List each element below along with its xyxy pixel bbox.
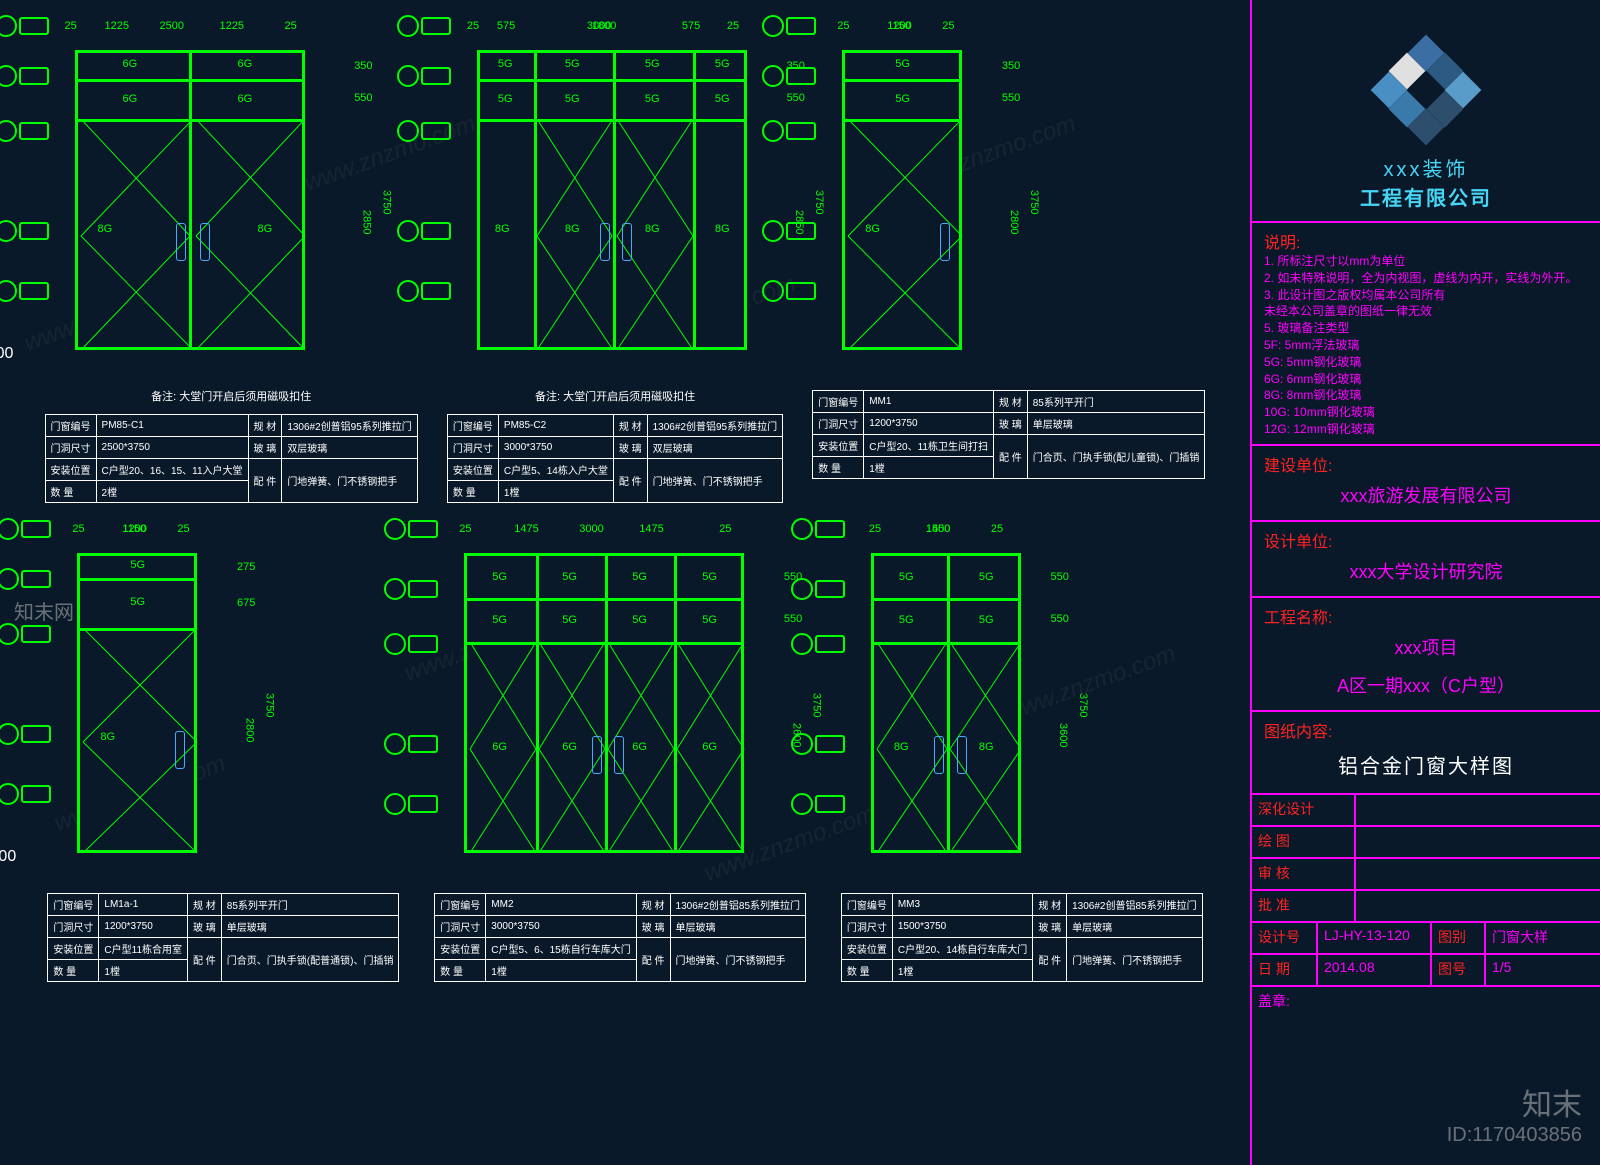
section-callout bbox=[762, 120, 816, 142]
section-callout bbox=[397, 15, 451, 37]
section-callout bbox=[0, 220, 49, 242]
spec-table-PM85-C1: 门窗编号PM85-C1规 材1306#2创普铝95系列推拉门 门洞尺寸2500*… bbox=[45, 414, 418, 503]
datum-marker: ±0.000 bbox=[0, 848, 16, 866]
project-label: 工程名称: bbox=[1264, 604, 1588, 628]
door-handle bbox=[592, 736, 602, 774]
client-value: xxx旅游发展有限公司 bbox=[1264, 476, 1588, 514]
draw-row: 绘 图 bbox=[1252, 825, 1600, 857]
door-swing bbox=[874, 642, 1024, 856]
check-row: 审 核 bbox=[1252, 857, 1600, 889]
design-no-row: 设计号 LJ-HY-13-120 图别 门窗大样 bbox=[1252, 921, 1600, 953]
date-row: 日 期 2014.08 图号 1/5 bbox=[1252, 953, 1600, 985]
door-MM2: 3000 1475 1475 25 25 bbox=[434, 523, 806, 982]
client-label: 建设单位: bbox=[1264, 452, 1588, 476]
drawing-canvas: 知末网 www.znzmo.com www.znzmo.com www.znzm… bbox=[0, 0, 1250, 1165]
section-callout bbox=[384, 793, 438, 815]
section-callout bbox=[397, 120, 451, 142]
door-handle bbox=[957, 736, 967, 774]
section-callout bbox=[397, 280, 451, 302]
section-callout bbox=[0, 65, 49, 87]
section-callout bbox=[791, 733, 845, 755]
door-note: 备注: 大堂门开启后须用磁吸扣住 bbox=[447, 388, 783, 404]
door-handle bbox=[200, 223, 210, 261]
section-callout bbox=[762, 65, 816, 87]
section-callout bbox=[0, 568, 51, 590]
project-section: 工程名称: xxx项目 A区一期xxx（C户型） bbox=[1252, 596, 1600, 710]
door-handle bbox=[176, 223, 186, 261]
door-note: 备注: 大堂门开启后须用磁吸扣住 bbox=[45, 388, 418, 404]
company-name-1: xxx装饰 bbox=[1252, 153, 1600, 182]
content-value: 铝合金门窗大样图 bbox=[1264, 742, 1588, 787]
approve-row: 批 准 bbox=[1252, 889, 1600, 921]
door-handle bbox=[175, 731, 185, 769]
spec-table-MM3: 门窗编号MM3规 材1306#2创普铝85系列推拉门 门洞尺寸1500*3750… bbox=[841, 893, 1203, 982]
section-callout bbox=[397, 65, 451, 87]
section-callout bbox=[791, 793, 845, 815]
door-LM1a-1: 1200 1150 25 25 5G 5G 8G bbox=[47, 523, 399, 982]
dim-seg-l: 1225 bbox=[105, 20, 129, 32]
company-logo-block: xxx装饰 工程有限公司 bbox=[1252, 0, 1600, 221]
section-callout bbox=[0, 15, 49, 37]
company-name-2: 工程有限公司 bbox=[1252, 182, 1600, 211]
door-PM85-C1: 2500 1225 1225 25 25 bbox=[45, 20, 418, 503]
door-swing bbox=[467, 642, 747, 856]
door-swing bbox=[78, 119, 308, 353]
door-handle bbox=[614, 736, 624, 774]
door-swing bbox=[534, 119, 696, 353]
section-callout bbox=[762, 220, 816, 242]
section-callout bbox=[0, 280, 49, 302]
content-label: 图纸内容: bbox=[1264, 718, 1588, 742]
section-callout bbox=[0, 623, 51, 645]
section-callout bbox=[762, 15, 816, 37]
spec-table-LM1a-1: 门窗编号LM1a-1规 材85系列平开门 门洞尺寸1200*3750玻 璃单层玻… bbox=[47, 893, 399, 982]
content-section: 图纸内容: 铝合金门窗大样图 bbox=[1252, 710, 1600, 793]
section-callout bbox=[384, 733, 438, 755]
door-handle bbox=[622, 223, 632, 261]
corner-watermark: 知末 ID:1170403856 bbox=[1447, 1080, 1582, 1147]
section-callout bbox=[762, 280, 816, 302]
designer-value: xxx大学设计研究院 bbox=[1264, 552, 1588, 590]
stamp-row: 盖章: bbox=[1252, 985, 1600, 1037]
spec-table-MM2: 门窗编号MM2规 材1306#2创普铝85系列推拉门 门洞尺寸3000*3750… bbox=[434, 893, 806, 982]
datum-marker: ±0.000 bbox=[0, 345, 13, 363]
section-callout bbox=[384, 578, 438, 600]
notes-text: 1. 所标注尺寸以mm为单位 2. 如未特殊说明，全为内视图，虚线为内开，实线为… bbox=[1264, 253, 1588, 438]
notes-label: 说明: bbox=[1264, 229, 1588, 253]
dim-edge: 25 bbox=[285, 20, 297, 32]
logo-icon bbox=[1376, 40, 1476, 140]
door-handle bbox=[940, 223, 950, 261]
spec-table-MM1: 门窗编号MM1规 材85系列平开门 门洞尺寸1200*3750玻 璃单层玻璃 安… bbox=[812, 390, 1205, 479]
deepen-design-row: 深化设计 bbox=[1252, 793, 1600, 825]
designer-label: 设计单位: bbox=[1264, 528, 1588, 552]
door-MM1: 1200 1150 25 25 5G 5G 8G bbox=[812, 20, 1205, 503]
titleblock: xxx装饰 工程有限公司 说明: 1. 所标注尺寸以mm为单位 2. 如未特殊说… bbox=[1250, 0, 1600, 1165]
dim-seg-r: 1225 bbox=[220, 20, 244, 32]
section-callout bbox=[0, 723, 51, 745]
dim-total-w: 2500 bbox=[160, 20, 184, 32]
section-callout bbox=[0, 120, 49, 142]
section-callout bbox=[791, 578, 845, 600]
designer-section: 设计单位: xxx大学设计研究院 bbox=[1252, 520, 1600, 596]
door-MM3: 1500 1450 25 25 5G 5G 5G bbox=[841, 523, 1203, 982]
door-PM85-C2: 3000 575 1800 575 25 25 bbox=[447, 20, 783, 503]
project-value1: xxx项目 bbox=[1264, 628, 1588, 666]
notes-section: 说明: 1. 所标注尺寸以mm为单位 2. 如未特殊说明，全为内视图，虚线为内开… bbox=[1252, 221, 1600, 444]
section-callout bbox=[384, 518, 438, 540]
spec-table-PM85-C2: 门窗编号PM85-C2规 材1306#2创普铝95系列推拉门 门洞尺寸3000*… bbox=[447, 414, 783, 503]
dim-edge: 25 bbox=[65, 20, 77, 32]
section-callout bbox=[397, 220, 451, 242]
client-section: 建设单位: xxx旅游发展有限公司 bbox=[1252, 444, 1600, 520]
section-callout bbox=[0, 518, 51, 540]
section-callout bbox=[0, 783, 51, 805]
project-value2: A区一期xxx（C户型） bbox=[1264, 666, 1588, 704]
section-callout bbox=[791, 633, 845, 655]
door-handle bbox=[600, 223, 610, 261]
section-callout bbox=[384, 633, 438, 655]
door-handle bbox=[934, 736, 944, 774]
section-callout bbox=[791, 518, 845, 540]
